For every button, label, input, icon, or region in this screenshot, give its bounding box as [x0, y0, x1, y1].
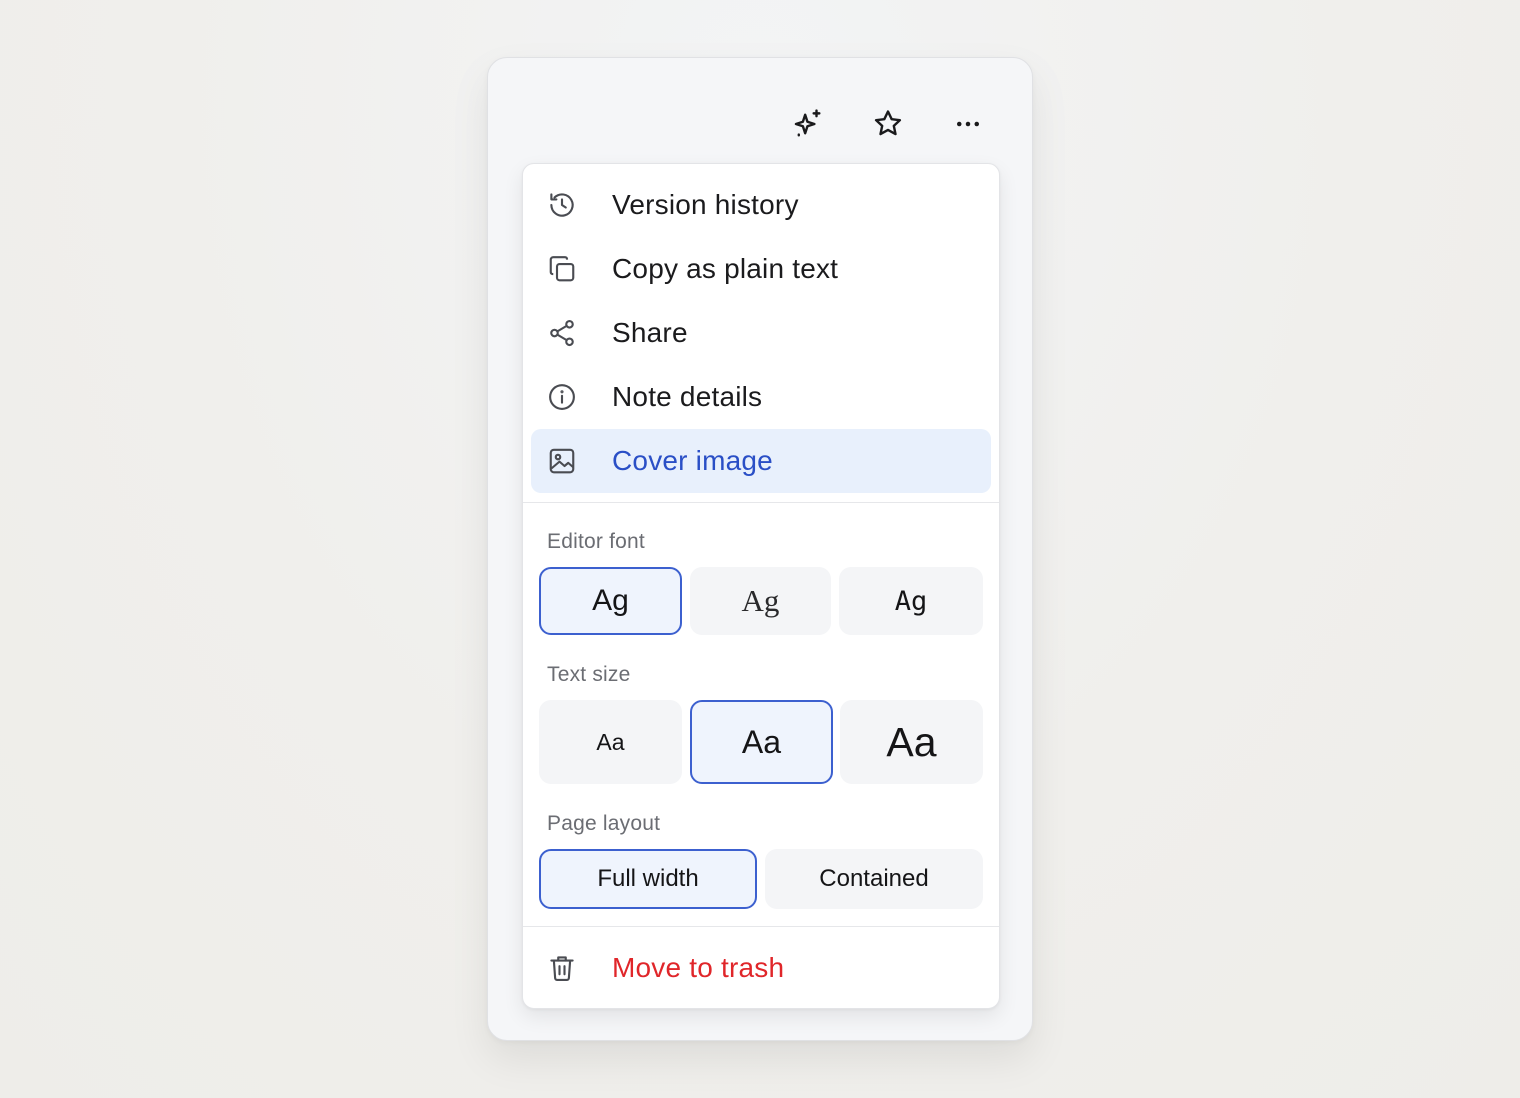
font-option-mono[interactable]: Ag	[839, 567, 983, 635]
menu-item-note-details[interactable]: Note details	[531, 365, 991, 429]
text-size-large[interactable]: Aa	[840, 700, 983, 784]
font-option-sans[interactable]: Ag	[539, 567, 682, 635]
layout-contained[interactable]: Contained	[765, 849, 983, 909]
more-horizontal-icon	[953, 109, 983, 139]
menu-item-label: Cover image	[612, 445, 773, 476]
size-sample: Aa	[886, 718, 937, 765]
divider	[523, 502, 999, 503]
menu-item-version-history[interactable]: Version history	[531, 173, 991, 237]
size-sample: Aa	[596, 728, 625, 755]
copy-icon	[547, 254, 577, 284]
toolbar	[488, 58, 1032, 163]
note-options-panel: Version history Copy as plain text Share…	[487, 57, 1033, 1041]
image-icon	[547, 446, 577, 476]
text-size-medium[interactable]: Aa	[690, 700, 833, 784]
divider	[523, 926, 999, 927]
menu-item-label: Move to trash	[612, 952, 785, 983]
text-size-small[interactable]: Aa	[539, 700, 682, 784]
menu-item-move-to-trash[interactable]: Move to trash	[531, 936, 991, 1000]
menu-item-label: Share	[612, 317, 688, 348]
editor-font-label: Editor font	[547, 530, 645, 553]
menu-item-label: Note details	[612, 381, 763, 412]
text-size-label: Text size	[547, 663, 631, 686]
font-sample: Ag	[741, 583, 780, 618]
sparkles-icon	[791, 107, 825, 141]
menu-item-copy-plain-text[interactable]: Copy as plain text	[531, 237, 991, 301]
trash-icon	[547, 953, 577, 983]
menu-item-label: Version history	[612, 189, 799, 220]
history-icon	[547, 190, 577, 220]
ai-sparkles-button[interactable]	[786, 102, 830, 146]
more-options-button[interactable]	[946, 102, 990, 146]
info-icon	[547, 382, 577, 412]
star-icon	[871, 107, 905, 141]
menu-item-cover-image[interactable]: Cover image	[531, 429, 991, 493]
layout-option-label: Full width	[597, 865, 699, 892]
layout-option-label: Contained	[819, 865, 929, 892]
menu-item-share[interactable]: Share	[531, 301, 991, 365]
share-icon	[547, 318, 577, 348]
options-menu: Version history Copy as plain text Share…	[522, 163, 1000, 1009]
font-option-serif[interactable]: Ag	[690, 567, 831, 635]
font-sample: Ag	[894, 585, 928, 617]
layout-full-width[interactable]: Full width	[539, 849, 757, 909]
font-sample: Ag	[592, 584, 629, 617]
page-layout-label: Page layout	[547, 812, 661, 835]
favorite-button[interactable]	[866, 102, 910, 146]
menu-item-label: Copy as plain text	[612, 253, 839, 284]
size-sample: Aa	[741, 723, 782, 760]
